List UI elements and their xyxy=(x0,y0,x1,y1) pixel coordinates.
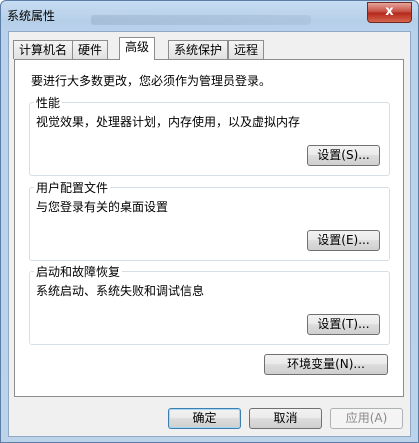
performance-settings-button[interactable]: 设置(S)... xyxy=(307,145,380,166)
tab-remote[interactable]: 远程 xyxy=(228,40,265,59)
startup-recovery-description: 系统启动、系统失败和调试信息 xyxy=(36,284,205,298)
admin-notice: 要进行大多数更改，您必须作为管理员登录。 xyxy=(31,74,272,88)
user-profiles-group-title: 用户配置文件 xyxy=(34,179,111,196)
tab-hardware[interactable]: 硬件 xyxy=(72,40,109,59)
advanced-tab-panel: 要进行大多数更改，您必须作为管理员登录。 性能 视觉效果，处理器计划，内存使用，… xyxy=(14,59,404,397)
performance-group-title: 性能 xyxy=(34,94,63,111)
user-profiles-group: 用户配置文件 与您登录有关的桌面设置 设置(E)... xyxy=(29,179,390,261)
apply-button[interactable]: 应用(A) xyxy=(330,408,403,429)
tab-advanced[interactable]: 高级 xyxy=(119,37,156,60)
performance-description: 视觉效果，处理器计划，内存使用，以及虚拟内存 xyxy=(36,115,301,129)
user-profiles-description: 与您登录有关的桌面设置 xyxy=(36,200,169,214)
startup-recovery-settings-button[interactable]: 设置(T)... xyxy=(307,314,380,335)
performance-group: 性能 视觉效果，处理器计划，内存使用，以及虚拟内存 设置(S)... xyxy=(29,94,390,176)
close-button[interactable]: x xyxy=(367,2,412,23)
tab-computer-name[interactable]: 计算机名 xyxy=(13,40,74,59)
window-title: 系统属性 xyxy=(7,9,56,23)
system-properties-window: 系统属性 x 计算机名 硬件 高级 系统保护 远程 要进行大多数更改，您必须作为… xyxy=(0,0,419,443)
blurred-background-text xyxy=(91,15,311,25)
user-profiles-settings-button[interactable]: 设置(E)... xyxy=(307,230,380,251)
environment-variables-button[interactable]: 环境变量(N)... xyxy=(264,354,388,375)
dialog-client-area: 计算机名 硬件 高级 系统保护 远程 要进行大多数更改，您必须作为管理员登录。 … xyxy=(8,31,411,437)
title-bar[interactable]: 系统属性 x xyxy=(1,1,418,31)
startup-recovery-group-title: 启动和故障恢复 xyxy=(34,263,123,280)
ok-button[interactable]: 确定 xyxy=(168,408,241,429)
startup-recovery-group: 启动和故障恢复 系统启动、系统失败和调试信息 设置(T)... xyxy=(29,263,390,345)
tab-system-protection[interactable]: 系统保护 xyxy=(168,40,229,59)
cancel-button[interactable]: 取消 xyxy=(249,408,322,429)
